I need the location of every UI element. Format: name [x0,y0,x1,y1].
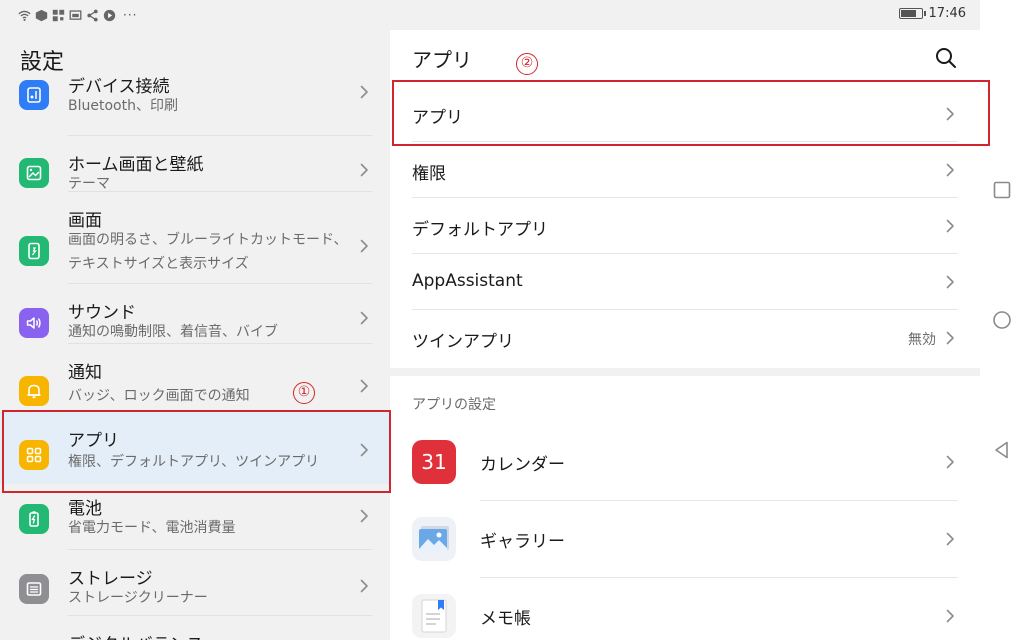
chevron-right-icon [360,509,368,523]
page-title: 設定 [20,50,65,75]
settings-item-2[interactable]: ホーム画面と壁紙 テーマ [0,136,390,192]
wifi-icon [18,10,31,21]
chevron-right-icon [946,163,954,177]
battery-indicator [898,8,926,19]
apps-menu-row-5[interactable]: ツインアプリ 無効 [390,310,980,366]
display-icon [19,236,49,266]
chevron-right-icon [946,275,954,289]
apps-menu-row-1[interactable]: アプリ [390,86,980,142]
settings-item-7[interactable]: 電池 省電力モード、電池消費量 [0,484,390,550]
chevron-right-icon [946,219,954,233]
wallpaper-icon [19,158,49,188]
notification-bell-icon [19,376,49,406]
search-icon[interactable] [934,46,958,70]
settings-item-1[interactable]: デバイス接続 Bluetooth、印刷 [0,76,390,136]
row-label: AppAssistant [412,271,523,291]
row-label: デフォルトアプリ [412,220,548,240]
device-connection-icon [19,80,49,110]
app-settings-row-2[interactable]: ギャラリー [390,501,980,578]
settings-item-title: 通知 [68,363,102,383]
clock: 17:46 [928,6,966,21]
chevron-right-icon [946,107,954,121]
settings-item-subtitle: ストレージクリーナー [68,590,208,606]
calendar-app-icon: 31 [412,440,456,484]
chevron-right-icon [360,311,368,325]
chevron-right-icon [946,455,954,469]
apps-grid-icon [19,440,49,470]
row-label: 権限 [412,164,446,184]
settings-item-5[interactable]: 通知 バッジ、ロック画面での通知 [0,344,390,412]
screen-icon [69,9,82,20]
settings-item-title: デジタルバランス [68,630,203,640]
qr-icon [52,9,65,21]
section-label-app-settings: アプリの設定 [412,397,496,413]
settings-item-6[interactable]: アプリ権限、デフォルトアプリ、ツインアプリ [0,412,390,484]
app-label: ギャラリー [480,532,565,552]
sound-icon [19,308,49,338]
app-label: カレンダー [480,455,565,475]
annotation-marker-2: ② [516,53,538,75]
settings-item-subtitle: 省電力モード、電池消費量 [68,520,236,536]
settings-item-9[interactable]: デジタルバランス [0,616,390,640]
storage-icon [19,574,49,604]
back-button[interactable] [992,440,1012,460]
row-label: アプリ [412,108,463,128]
app-label: メモ帳 [480,609,531,629]
apps-menu-row-3[interactable]: デフォルトアプリ [390,198,980,254]
home-button[interactable] [992,310,1012,330]
chevron-right-icon [360,239,368,253]
chevron-right-icon [360,379,368,393]
settings-item-subtitle: Bluetooth、印刷 [68,98,178,114]
more-notifications: ··· [123,8,138,22]
settings-list-pane: 設定 デバイス接続 Bluetooth、印刷 ホーム画面と壁紙 テーマ 画面 画面の明るさ… [0,30,390,640]
chevron-right-icon [360,163,368,177]
recent-apps-button[interactable] [992,180,1012,200]
status-bar: ··· 17:46 [0,0,980,30]
chevron-right-icon [360,579,368,593]
share-icon [87,9,98,21]
section-divider [390,368,980,376]
chevron-right-icon [946,331,954,345]
play-icon [103,9,116,21]
gallery-app-icon [412,517,456,561]
apps-menu-row-2[interactable]: 権限 [390,142,980,198]
settings-item-subtitle: 通知の鳴動制限、着信音、バイブ [68,324,278,340]
navigation-bar [980,0,1024,640]
package-icon [35,9,48,21]
chevron-right-icon [946,532,954,546]
chevron-right-icon [360,85,368,99]
settings-item-4[interactable]: サウンド 通知の鳴動制限、着信音、バイブ [0,284,390,344]
chevron-right-icon [946,609,954,623]
row-value: 無効 [908,332,936,348]
row-label: ツインアプリ [412,332,514,352]
battery-icon [19,504,49,534]
settings-item-subtitle: 権限、デフォルトアプリ、ツインアプリ [68,454,320,470]
settings-item-8[interactable]: ストレージ ストレージクリーナー [0,550,390,616]
apps-detail-pane: アプリ アプリ権限デフォルトアプリ AppAssistant ツインアプリ 無効 アプ… [390,30,980,640]
status-icons: ··· [18,7,137,23]
settings-item-title: アプリ [68,431,119,451]
app-settings-row-3[interactable]: メモ帳 [390,578,980,640]
annotation-marker-1: ① [293,382,315,404]
notepad-app-icon [412,594,456,638]
settings-item-3[interactable]: 画面 画面の明るさ、ブルーライトカットモード、テキストサイズと表示サイズ [0,192,390,284]
detail-title: アプリ [412,48,472,72]
apps-menu-row-4[interactable]: AppAssistant [390,254,980,310]
chevron-right-icon [360,443,368,457]
settings-item-subtitle: 画面の明るさ、ブルーライトカットモード、テキストサイズと表示サイズ [68,232,348,272]
app-settings-row-1[interactable]: 31 カレンダー [390,424,980,501]
